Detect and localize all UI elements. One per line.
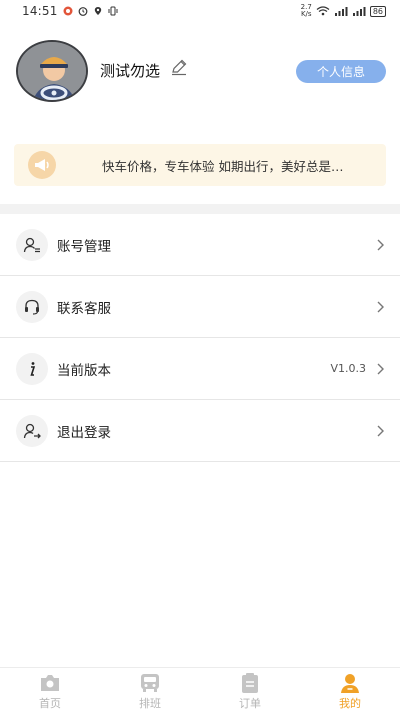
megaphone-icon	[28, 151, 56, 179]
network-speed-unit: K/s	[300, 10, 312, 18]
headset-icon	[16, 290, 48, 323]
signal-5g-icon	[334, 7, 348, 16]
status-right: 2.7 K/s 86	[301, 4, 386, 18]
avatar[interactable]	[16, 40, 88, 102]
tab-label-mine: 我的	[339, 697, 361, 710]
profile-header: 测试勿选 个人信息	[0, 36, 400, 116]
battery-indicator: 86	[369, 5, 386, 17]
status-time: 14:51	[22, 4, 58, 18]
status-bar: 14:51 2.7 K/s 86	[0, 0, 400, 22]
menu-label-version: 当前版本	[57, 362, 111, 379]
info-icon	[16, 352, 48, 385]
camera-home-icon	[41, 675, 59, 691]
menu-label-account: 账号管理	[57, 238, 111, 255]
tab-schedule[interactable]: 排班	[100, 668, 200, 711]
location-icon	[94, 7, 101, 15]
section-divider	[0, 204, 400, 214]
tab-label-home: 首页	[39, 697, 61, 710]
menu-item-account[interactable]: 账号管理	[0, 214, 400, 276]
driver-avatar-icon	[18, 42, 86, 100]
account-manage-icon	[16, 228, 48, 261]
wifi-icon	[316, 6, 330, 16]
settings-menu: 账号管理 联系客服 当前版本 V1.0.3 退出登录	[0, 214, 400, 462]
chevron-right-icon	[377, 425, 384, 436]
tab-mine[interactable]: 我的	[300, 668, 400, 711]
chevron-right-icon	[377, 363, 384, 374]
menu-label-customer-service: 联系客服	[57, 300, 111, 317]
signal-4g-icon	[352, 7, 366, 16]
logout-icon	[16, 414, 48, 447]
tab-label-schedule: 排班	[139, 697, 161, 710]
menu-item-logout[interactable]: 退出登录	[0, 400, 400, 462]
vibrate-icon	[108, 6, 118, 16]
menu-item-version[interactable]: 当前版本 V1.0.3	[0, 338, 400, 400]
notice-text: 快车价格，专车体验 如期出行，美好总是…	[102, 158, 344, 174]
notification-app-icon	[63, 6, 73, 16]
tab-home[interactable]: 首页	[0, 668, 100, 711]
alarm-icon	[78, 7, 87, 16]
user-icon	[341, 674, 359, 693]
tab-orders[interactable]: 订单	[200, 668, 300, 711]
network-speed: 2.7 K/s	[301, 4, 312, 18]
username: 测试勿选	[100, 62, 161, 80]
notice-banner[interactable]: 快车价格，专车体验 如期出行，美好总是…	[14, 144, 386, 186]
bottom-tab-bar: 首页 排班 订单 我的	[0, 667, 400, 711]
clipboard-icon	[242, 673, 258, 693]
bus-icon	[141, 674, 159, 692]
tab-label-orders: 订单	[239, 697, 261, 710]
menu-item-customer-service[interactable]: 联系客服	[0, 276, 400, 338]
menu-label-logout: 退出登录	[57, 424, 111, 441]
version-number: V1.0.3	[330, 362, 366, 375]
edit-pencil-icon[interactable]	[170, 58, 188, 76]
chevron-right-icon	[377, 239, 384, 250]
status-left: 14:51	[22, 4, 118, 18]
chevron-right-icon	[377, 301, 384, 312]
personal-info-button[interactable]: 个人信息	[296, 60, 386, 83]
